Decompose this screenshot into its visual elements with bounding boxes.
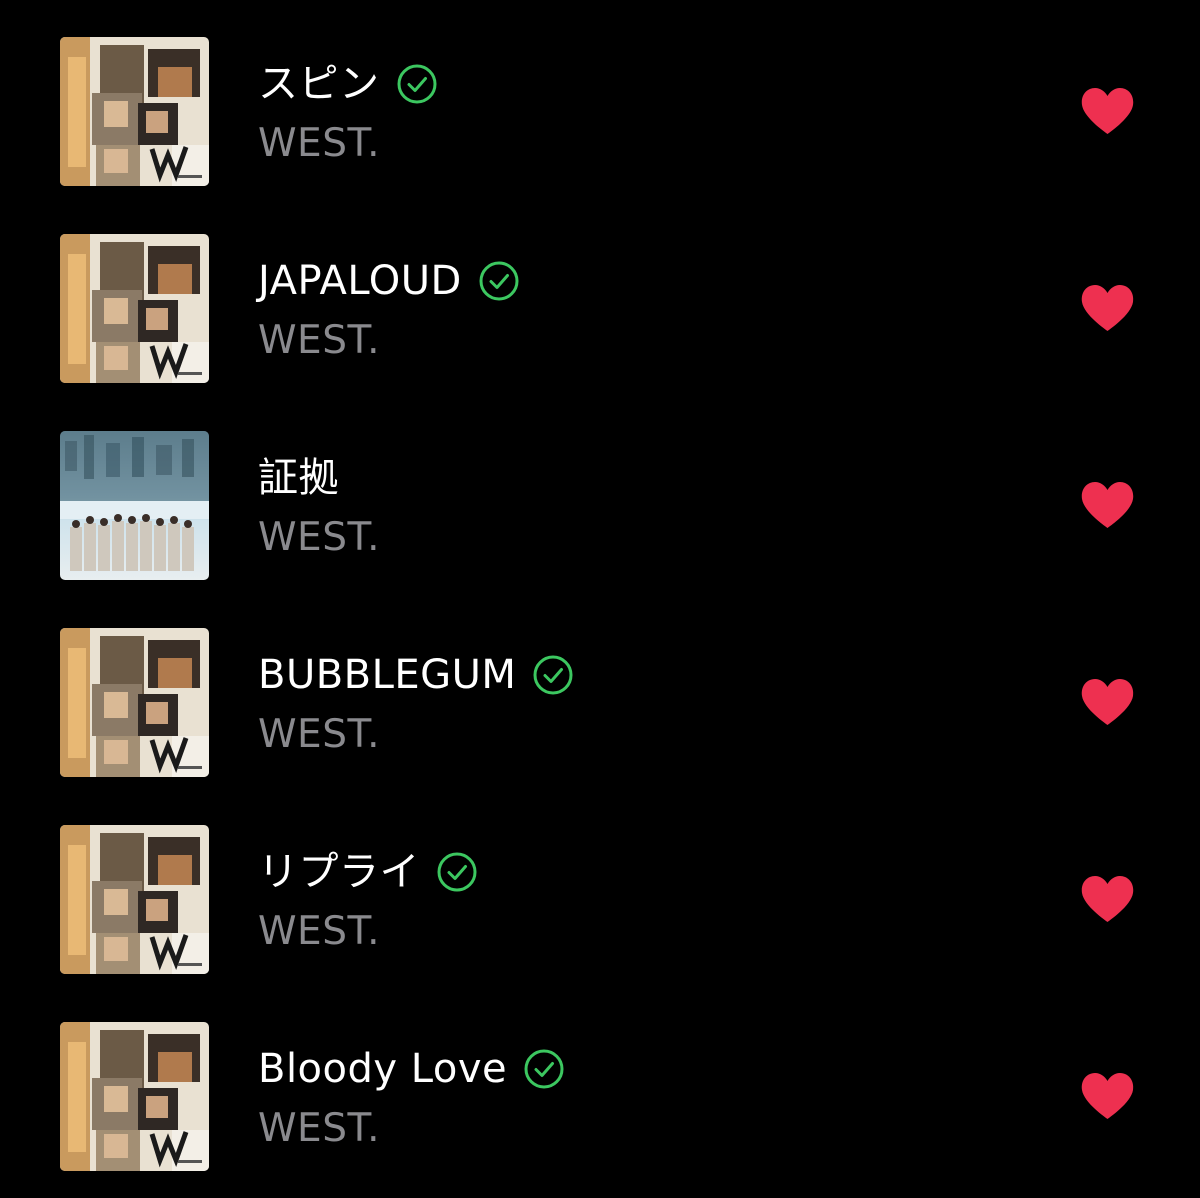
album-cover-group-collage-icon [60,825,209,974]
song-title-wrap: JAPALOUD [258,253,520,309]
check-circle-icon [396,63,438,105]
song-title-wrap: スピン [258,56,438,112]
heart-icon[interactable] [1080,283,1135,333]
song-title: Bloody Love [258,1046,508,1092]
song-row[interactable]: JAPALOUD WEST. [0,197,1200,394]
song-artist: WEST. [258,318,381,363]
heart-icon[interactable] [1080,86,1135,136]
song-list: スピン WEST. JAPALOUD WEST. 証拠 WEST. BUBBLE… [0,0,1200,1198]
song-title: リプライ [258,849,420,895]
song-row[interactable]: BUBBLEGUM WEST. [0,591,1200,788]
song-title-wrap: 証拠 [258,450,339,506]
song-artist: WEST. [258,515,381,560]
song-title: JAPALOUD [258,258,462,304]
song-artist: WEST. [258,712,381,757]
song-row[interactable]: Bloody Love WEST. [0,985,1200,1182]
song-title-wrap: Bloody Love [258,1041,565,1097]
song-title: スピン [258,61,380,107]
check-circle-icon [523,1048,565,1090]
check-circle-icon [532,654,574,696]
album-cover-group-collage-icon [60,1022,209,1171]
heart-icon[interactable] [1080,480,1135,530]
heart-icon[interactable] [1080,874,1135,924]
song-artist: WEST. [258,121,381,166]
song-row[interactable]: 証拠 WEST. [0,394,1200,591]
album-cover-city-sky-group-icon [60,431,209,580]
song-row[interactable]: スピン WEST. [0,0,1200,197]
song-title-wrap: BUBBLEGUM [258,647,574,703]
album-art [60,825,209,974]
song-row[interactable]: リプライ WEST. [0,788,1200,985]
song-artist: WEST. [258,909,381,954]
album-art [60,431,209,580]
album-art [60,628,209,777]
album-art [60,1022,209,1171]
song-title-wrap: リプライ [258,844,478,900]
heart-icon[interactable] [1080,1071,1135,1121]
song-title: BUBBLEGUM [258,652,517,698]
album-cover-group-collage-icon [60,628,209,777]
check-circle-icon [478,260,520,302]
album-cover-group-collage-icon [60,234,209,383]
album-art [60,37,209,186]
album-art [60,234,209,383]
check-circle-icon [436,851,478,893]
album-cover-group-collage-icon [60,37,209,186]
song-artist: WEST. [258,1106,381,1151]
heart-icon[interactable] [1080,677,1135,727]
song-title: 証拠 [258,455,339,501]
